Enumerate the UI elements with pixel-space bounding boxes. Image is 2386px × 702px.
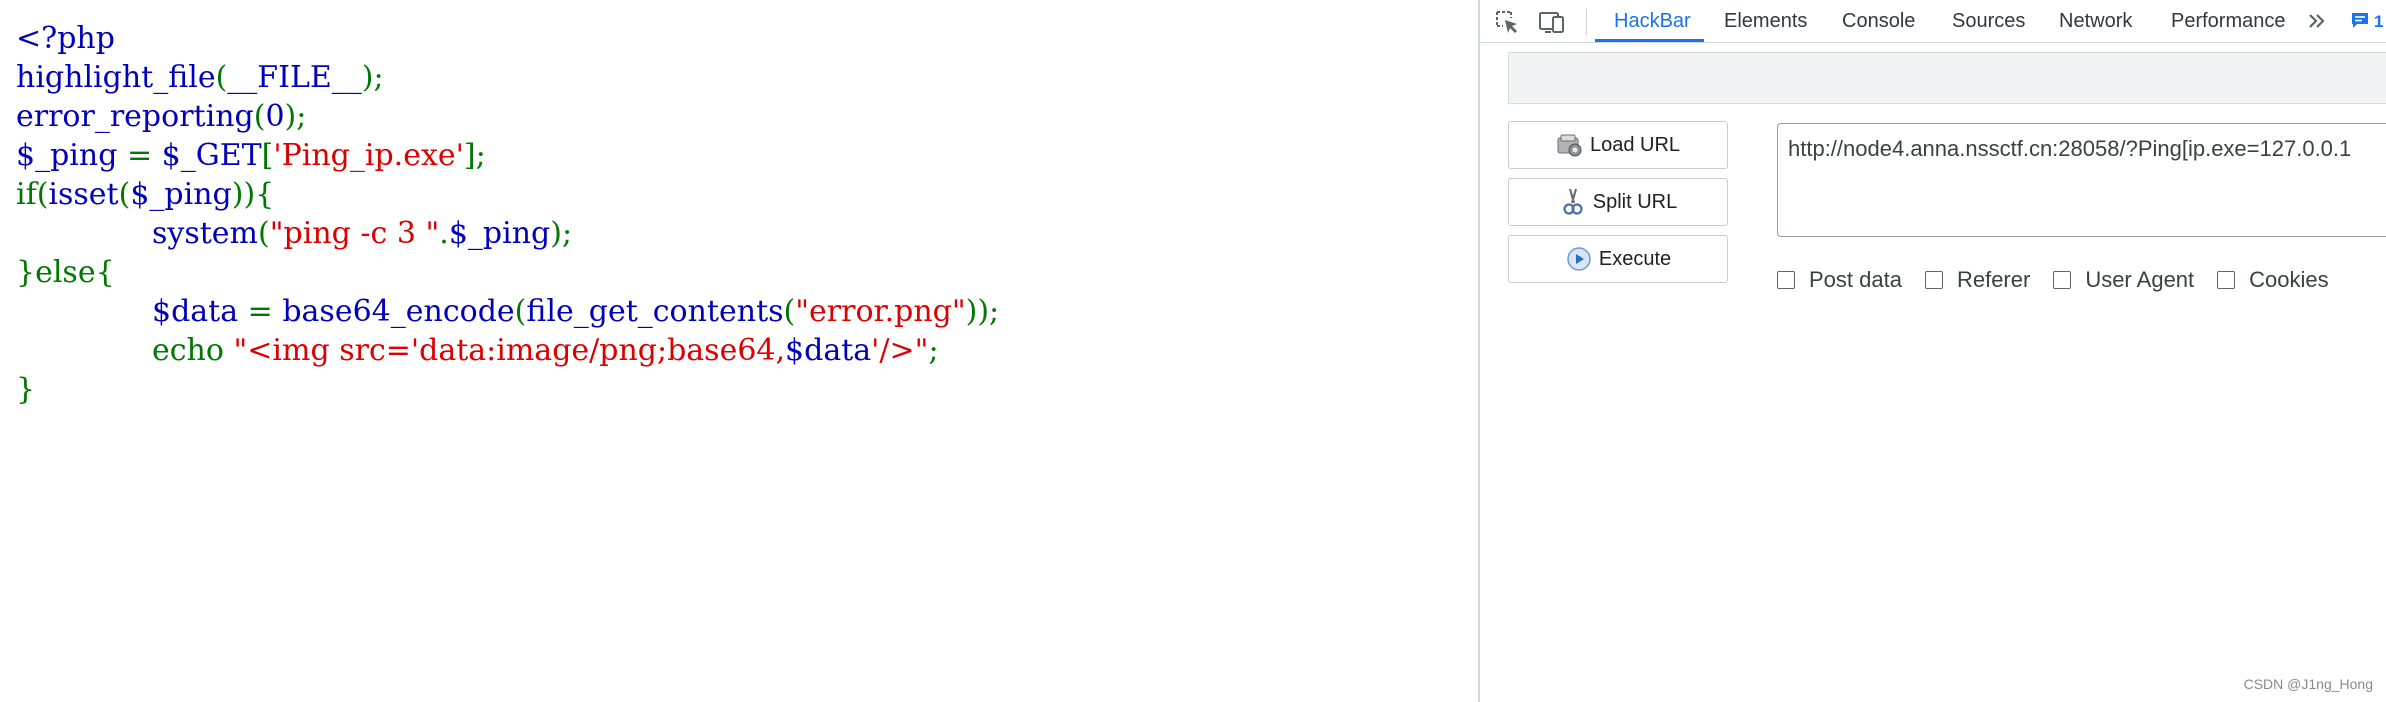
code-token: = — [247, 294, 283, 329]
code-token: __FILE__ — [227, 60, 362, 95]
code-token: ); — [284, 99, 307, 134]
chevron-double-right-icon[interactable] — [2304, 6, 2330, 36]
code-token: 'Ping_ip.exe' — [273, 138, 464, 173]
tab-performance[interactable]: Performance — [2171, 0, 2286, 43]
code-token: echo — [152, 333, 234, 368]
code-token: ]; — [463, 138, 486, 173]
device-toolbar-icon[interactable] — [1537, 7, 1567, 37]
code-token: ( — [253, 99, 266, 134]
devtools-panel: HackBar Elements Console Sources Network… — [1478, 0, 2386, 702]
code-line: $_ping = $_GET['Ping_ip.exe']; — [16, 136, 999, 175]
code-token: if( — [16, 177, 49, 212]
code-token: $data — [785, 333, 872, 368]
code-token: ); — [550, 216, 573, 251]
inspect-element-icon[interactable] — [1492, 7, 1522, 37]
code-token: ( — [118, 177, 131, 212]
code-token: [ — [261, 138, 274, 173]
code-line: highlight_file(__FILE__); — [16, 58, 999, 97]
split-url-icon — [1559, 188, 1587, 216]
devtools-tab-bar: HackBar Elements Console Sources Network… — [1480, 0, 2386, 43]
code-line: }else{ — [16, 253, 999, 292]
cookies-option[interactable]: Cookies — [2217, 267, 2329, 293]
code-token: )){ — [231, 177, 275, 212]
code-token: error_reporting — [16, 99, 254, 134]
code-token: = — [126, 138, 162, 173]
execute-icon — [1565, 245, 1593, 273]
code-token: $_ping — [130, 177, 232, 212]
url-textarea[interactable]: http://node4.anna.nssctf.cn:28058/?Ping[… — [1777, 123, 2386, 237]
code-token: "<img src='data:image/png;base64, — [233, 333, 786, 368]
code-token: base64_encode — [282, 294, 515, 329]
code-token: $_GET — [161, 138, 262, 173]
user-agent-label: User Agent — [2085, 267, 2195, 292]
cookies-checkbox[interactable] — [2217, 271, 2236, 289]
active-tab-indicator — [1595, 39, 1704, 42]
code-token: $data — [152, 294, 248, 329]
hackbar-options: Post data Referer User Agent Cookies — [1777, 265, 2352, 295]
tab-hackbar[interactable]: HackBar — [1614, 0, 1691, 43]
referer-label: Referer — [1956, 267, 2031, 292]
code-token: ( — [514, 294, 527, 329]
split-url-label: Split URL — [1592, 190, 1678, 213]
code-line: echo "<img src='data:image/png;base64,$d… — [16, 331, 999, 370]
user-agent-option[interactable]: User Agent — [2053, 267, 2194, 293]
execute-button[interactable]: Execute — [1508, 235, 1728, 283]
code-token: '/>" — [871, 333, 929, 368]
load-url-button[interactable]: Load URL — [1508, 121, 1728, 169]
split-url-button[interactable]: Split URL — [1508, 178, 1728, 226]
code-line: $data = base64_encode(file_get_contents(… — [16, 292, 999, 331]
code-token: "ping -c 3 " — [269, 216, 440, 251]
tab-elements[interactable]: Elements — [1724, 0, 1807, 43]
user-agent-checkbox[interactable] — [2053, 271, 2072, 289]
code-token: ( — [258, 216, 270, 251]
post-data-option[interactable]: Post data — [1777, 267, 1902, 293]
issues-count: 1 — [2374, 12, 2384, 31]
code-token: . — [439, 216, 449, 251]
code-token: ; — [928, 333, 939, 368]
hackbar-toolbar — [1508, 52, 2386, 104]
tab-console[interactable]: Console — [1842, 0, 1915, 43]
watermark: CSDN @J1ng_Hong — [2243, 676, 2373, 692]
tab-separator — [1586, 9, 1587, 35]
code-token: ); — [361, 60, 384, 95]
cookies-label: Cookies — [2249, 267, 2329, 292]
code-token: <?php — [16, 21, 115, 56]
php-source-code: <?php highlight_file(__FILE__); error_repo… — [16, 19, 999, 409]
execute-label: Execute — [1598, 247, 1672, 270]
code-token: $_ping — [16, 138, 127, 173]
code-token: }else{ — [16, 255, 115, 290]
code-line: <?php — [16, 19, 999, 58]
code-line: error_reporting(0); — [16, 97, 999, 136]
code-token: ( — [783, 294, 796, 329]
code-token: 0 — [265, 99, 285, 134]
code-token: )); — [965, 294, 1000, 329]
code-token: ( — [215, 60, 228, 95]
code-line: } — [16, 370, 999, 409]
referer-checkbox[interactable] — [1924, 271, 1943, 289]
load-url-label: Load URL — [1589, 133, 1681, 156]
code-token: "error.png" — [795, 294, 966, 329]
code-token: file_get_contents — [526, 294, 784, 329]
post-data-label: Post data — [1809, 267, 1902, 292]
tab-network[interactable]: Network — [2059, 0, 2132, 43]
tab-sources[interactable]: Sources — [1952, 0, 2025, 43]
code-token: } — [16, 372, 36, 407]
load-url-icon — [1556, 131, 1584, 159]
code-line: system("ping -c 3 ".$_ping); — [16, 214, 999, 253]
issues-badge[interactable]: 1 — [2350, 11, 2383, 33]
code-pane: <?php highlight_file(__FILE__); error_repo… — [0, 0, 1478, 702]
referer-option[interactable]: Referer — [1924, 267, 2031, 293]
code-token: $_ping — [448, 216, 551, 251]
post-data-checkbox[interactable] — [1777, 271, 1795, 289]
message-icon — [2350, 10, 2370, 35]
code-token: system — [152, 216, 258, 251]
code-token: highlight_file — [16, 60, 216, 95]
code-token: isset — [48, 177, 119, 212]
code-line: if(isset($_ping)){ — [16, 175, 999, 214]
